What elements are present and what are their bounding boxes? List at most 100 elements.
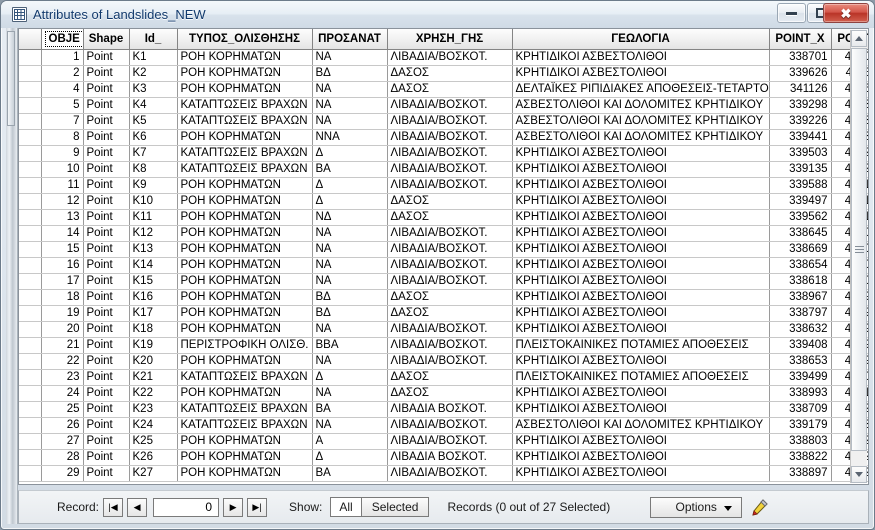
scrollbar-thumb[interactable] (851, 48, 867, 451)
cell-typos[interactable]: ΡΟΗ ΚΟΡΗΜΑΤΩΝ (177, 289, 313, 306)
row-select-cell[interactable] (19, 161, 42, 178)
options-button[interactable]: Options (650, 496, 743, 518)
previous-record-button[interactable]: ◀ (127, 497, 148, 517)
cell-id[interactable]: K26 (129, 449, 178, 466)
cell-geo[interactable]: ΚΡΗΤΙΔΙΚΟΙ ΑΣΒΕΣΤΟΛΙΘΟΙ (512, 449, 770, 466)
cell-typos[interactable]: ΠΕΡΙΣΤΡΟΦΙΚΗ ΟΛΙΣΘ. (177, 337, 313, 354)
cell-typos[interactable]: ΡΟΗ ΚΟΡΗΜΑΤΩΝ (177, 321, 313, 338)
cell-geo[interactable]: ΠΛΕΙΣΤΟΚΑΙΝΙΚΕΣ ΠΟΤΑΜΙΕΣ ΑΠΟΘΕΣΕΙΣ (512, 337, 770, 354)
cell-prosan[interactable]: ΝΑ (312, 385, 388, 402)
cell-xrisi[interactable]: ΔΑΣΟΣ (387, 385, 513, 402)
cell-shape[interactable]: Point (83, 353, 130, 370)
cell-px[interactable]: 338797 (769, 305, 832, 322)
cell-geo[interactable]: ΑΣΒΕΣΤΟΛΙΘΟΙ ΚΑΙ ΔΟΛΟΜΙΤΕΣ ΚΡΗΤΙΔΙΚΟΥ (512, 417, 770, 434)
table-row[interactable]: 25 Point K23 ΚΑΤΑΠΤΩΣΕΙΣ ΒΡΑΧΩΝ ΒΑ ΛΙΒΑΔΙΑ ΒΟ… (19, 401, 868, 418)
cell-px[interactable]: 338822 (769, 449, 832, 466)
cell-px[interactable]: 338654 (769, 257, 832, 274)
table-row[interactable]: 4 Point K3 ΡΟΗ ΚΟΡΗΜΑΤΩΝ ΝΑ ΔΑΣΟΣ ΔΕΛΤΑΪΚΕΣ ΡΙ… (19, 81, 868, 98)
row-select-cell[interactable] (19, 113, 42, 130)
column-header-typos-olisthisis[interactable]: ΤΥΠΟΣ_ΟΛΙΣΘΗΣΗΣ (177, 29, 313, 50)
cell-prosan[interactable]: ΝΑ (312, 241, 388, 258)
table-row[interactable]: 17 Point K15 ΡΟΗ ΚΟΡΗΜΑΤΩΝ ΝΑ ΛΙΒΑΔΙΑ/ΒΟΣΚΟΤ.… (19, 273, 868, 290)
cell-typos[interactable]: ΡΟΗ ΚΟΡΗΜΑΤΩΝ (177, 305, 313, 322)
cell-typos[interactable]: ΡΟΗ ΚΟΡΗΜΑΤΩΝ (177, 465, 313, 482)
cell-id[interactable]: K3 (129, 81, 178, 98)
table-row[interactable]: 29 Point K27 ΡΟΗ ΚΟΡΗΜΑΤΩΝ ΒΑ ΛΙΒΑΔΙΑ/ΒΟΣΚΟΤ.… (19, 465, 868, 482)
cell-obj[interactable]: 13 (41, 209, 84, 226)
cell-shape[interactable]: Point (83, 129, 130, 146)
cell-px[interactable]: 339441 (769, 129, 832, 146)
table-row[interactable]: 14 Point K12 ΡΟΗ ΚΟΡΗΜΑΤΩΝ ΝΑ ΛΙΒΑΔΙΑ/ΒΟΣΚΟΤ.… (19, 225, 868, 242)
cell-shape[interactable]: Point (83, 161, 130, 178)
cell-shape[interactable]: Point (83, 337, 130, 354)
table-row[interactable]: 16 Point K14 ΡΟΗ ΚΟΡΗΜΑΤΩΝ ΝΑ ΛΙΒΑΔΙΑ/ΒΟΣΚΟΤ.… (19, 257, 868, 274)
table-row[interactable]: 1 Point K1 ΡΟΗ ΚΟΡΗΜΑΤΩΝ ΝΑ ΛΙΒΑΔΙΑ/ΒΟΣΚΟΤ. ΚΡ… (19, 49, 868, 66)
row-select-cell[interactable] (19, 369, 42, 386)
left-splitter-rail[interactable] (6, 28, 18, 524)
cell-geo[interactable]: ΑΣΒΕΣΤΟΛΙΘΟΙ ΚΑΙ ΔΟΛΟΜΙΤΕΣ ΚΡΗΤΙΔΙΚΟΥ (512, 113, 770, 130)
row-select-cell[interactable] (19, 385, 42, 402)
cell-geo[interactable]: ΚΡΗΤΙΔΙΚΟΙ ΑΣΒΕΣΤΟΛΙΘΟΙ (512, 65, 770, 82)
cell-prosan[interactable]: ΝΑ (312, 225, 388, 242)
last-record-button[interactable]: ▶| (247, 497, 268, 517)
row-select-cell[interactable] (19, 65, 42, 82)
record-number-input[interactable]: 0 (153, 497, 220, 517)
cell-obj[interactable]: 24 (41, 385, 84, 402)
cell-shape[interactable]: Point (83, 369, 130, 386)
cell-prosan[interactable]: ΒΔ (312, 65, 388, 82)
row-select-cell[interactable] (19, 273, 42, 290)
cell-px[interactable]: 338701 (769, 49, 832, 66)
cell-px[interactable]: 338709 (769, 401, 832, 418)
cell-xrisi[interactable]: ΔΑΣΟΣ (387, 81, 513, 98)
cell-geo[interactable]: ΠΛΕΙΣΤΟΚΑΙΝΙΚΕΣ ΠΟΤΑΜΙΕΣ ΑΠΟΘΕΣΕΙΣ (512, 369, 770, 386)
cell-typos[interactable]: ΡΟΗ ΚΟΡΗΜΑΤΩΝ (177, 257, 313, 274)
cell-geo[interactable]: ΚΡΗΤΙΔΙΚΟΙ ΑΣΒΕΣΤΟΛΙΘΟΙ (512, 177, 770, 194)
column-header-obje[interactable]: OBJE (41, 29, 84, 50)
cell-xrisi[interactable]: ΛΙΒΑΔΙΑ/ΒΟΣΚΟΤ. (387, 257, 513, 274)
cell-geo[interactable]: ΚΡΗΤΙΔΙΚΟΙ ΑΣΒΕΣΤΟΛΙΘΟΙ (512, 289, 770, 306)
column-header-geologia[interactable]: ΓΕΩΛΟΓΙΑ (512, 29, 770, 50)
cell-typos[interactable]: ΚΑΤΑΠΤΩΣΕΙΣ ΒΡΑΧΩΝ (177, 97, 313, 114)
cell-obj[interactable]: 7 (41, 113, 84, 130)
cell-obj[interactable]: 27 (41, 433, 84, 450)
cell-xrisi[interactable]: ΛΙΒΑΔΙΑ/ΒΟΣΚΟΤ. (387, 177, 513, 194)
row-select-cell[interactable] (19, 81, 42, 98)
cell-geo[interactable]: ΑΣΒΕΣΤΟΛΙΘΟΙ ΚΑΙ ΔΟΛΟΜΙΤΕΣ ΚΡΗΤΙΔΙΚΟΥ (512, 97, 770, 114)
cell-typos[interactable]: ΡΟΗ ΚΟΡΗΜΑΤΩΝ (177, 65, 313, 82)
column-header-prosanat[interactable]: ΠΡΟΣΑΝΑΤ (312, 29, 388, 50)
table-row[interactable]: 22 Point K20 ΡΟΗ ΚΟΡΗΜΑΤΩΝ ΝΑ ΛΙΒΑΔΙΑ/ΒΟΣΚΟΤ.… (19, 353, 868, 370)
cell-geo[interactable]: ΚΡΗΤΙΔΙΚΟΙ ΑΣΒΕΣΤΟΛΙΘΟΙ (512, 353, 770, 370)
scroll-up-button[interactable] (851, 30, 867, 47)
cell-xrisi[interactable]: ΔΑΣΟΣ (387, 305, 513, 322)
cell-typos[interactable]: ΡΟΗ ΚΟΡΗΜΑΤΩΝ (177, 225, 313, 242)
cell-shape[interactable]: Point (83, 113, 130, 130)
cell-px[interactable]: 338993 (769, 385, 832, 402)
cell-geo[interactable]: ΚΡΗΤΙΔΙΚΟΙ ΑΣΒΕΣΤΟΛΙΘΟΙ (512, 321, 770, 338)
cell-geo[interactable]: ΚΡΗΤΙΔΙΚΟΙ ΑΣΒΕΣΤΟΛΙΘΟΙ (512, 193, 770, 210)
cell-id[interactable]: K7 (129, 145, 178, 162)
cell-shape[interactable]: Point (83, 273, 130, 290)
cell-geo[interactable]: ΚΡΗΤΙΔΙΚΟΙ ΑΣΒΕΣΤΟΛΙΘΟΙ (512, 433, 770, 450)
cell-px[interactable]: 338897 (769, 465, 832, 482)
cell-geo[interactable]: ΔΕΛΤΑΪΚΕΣ ΡΙΠΙΔΙΑΚΕΣ ΑΠΟΘΕΣΕΙΣ-ΤΕΤΑΡΤΟΓΕ… (512, 81, 770, 98)
next-record-button[interactable]: ▶ (223, 497, 244, 517)
cell-id[interactable]: K25 (129, 433, 178, 450)
row-select-cell[interactable] (19, 449, 42, 466)
cell-prosan[interactable]: ΝΑ (312, 49, 388, 66)
row-select-cell[interactable] (19, 209, 42, 226)
cell-typos[interactable]: ΚΑΤΑΠΤΩΣΕΙΣ ΒΡΑΧΩΝ (177, 161, 313, 178)
cell-px[interactable]: 338618 (769, 273, 832, 290)
select-all-header[interactable] (19, 29, 42, 50)
cell-obj[interactable]: 20 (41, 321, 84, 338)
row-select-cell[interactable] (19, 417, 42, 434)
cell-prosan[interactable]: ΝΑ (312, 81, 388, 98)
cell-obj[interactable]: 23 (41, 369, 84, 386)
cell-shape[interactable]: Point (83, 65, 130, 82)
row-select-cell[interactable] (19, 289, 42, 306)
cell-id[interactable]: K13 (129, 241, 178, 258)
cell-shape[interactable]: Point (83, 417, 130, 434)
cell-id[interactable]: K5 (129, 113, 178, 130)
cell-id[interactable]: K19 (129, 337, 178, 354)
cell-xrisi[interactable]: ΔΑΣΟΣ (387, 289, 513, 306)
cell-id[interactable]: K23 (129, 401, 178, 418)
